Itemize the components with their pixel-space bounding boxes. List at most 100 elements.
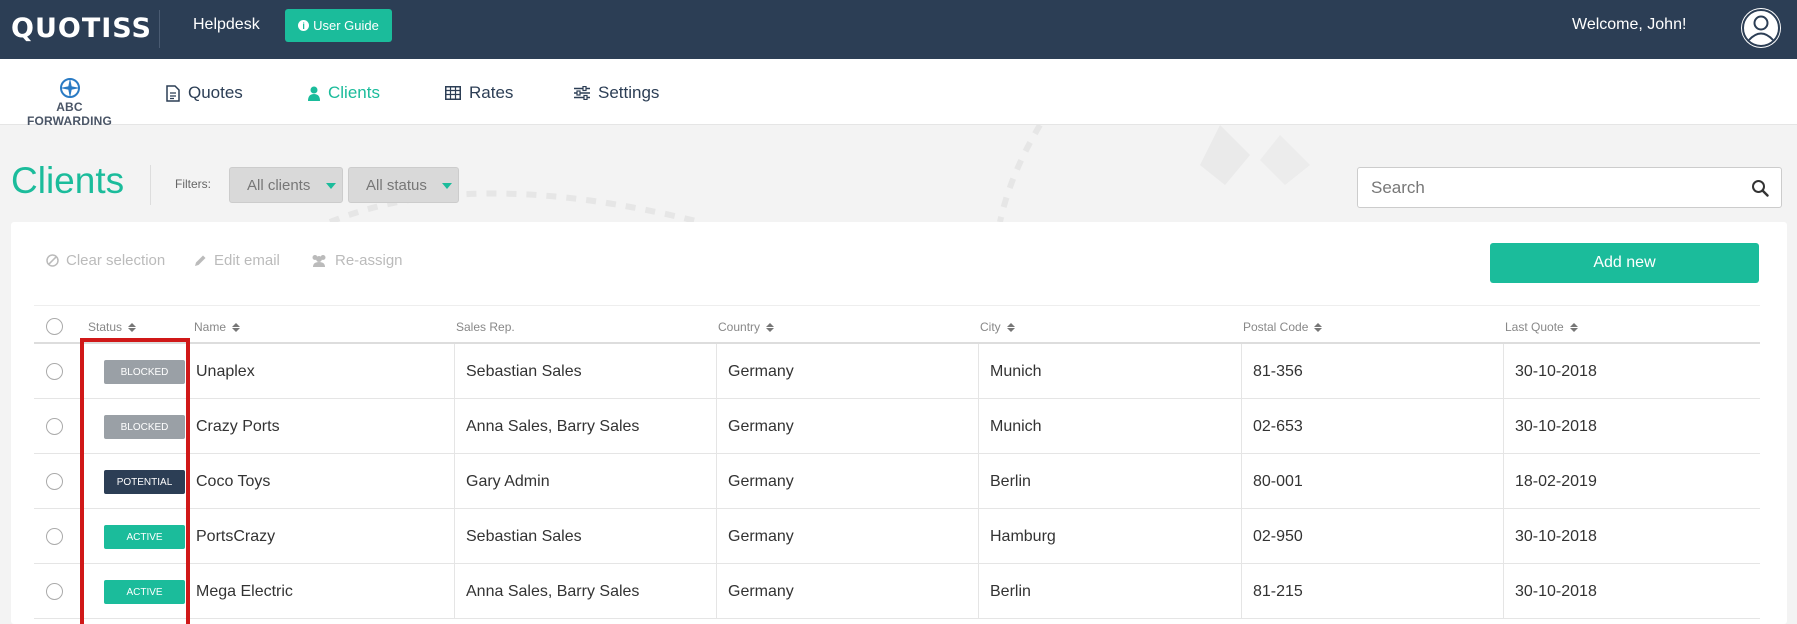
row-select-radio[interactable] [46,473,63,490]
last-quote: 30-10-2018 [1503,399,1760,454]
client-name[interactable]: Unaplex [192,344,454,399]
welcome-text: Welcome, John! [1572,16,1687,33]
country: Germany [716,509,978,564]
filters-label: Filters: [175,177,211,191]
sales-rep: Gary Admin [454,454,716,509]
postal-code: 81-215 [1241,564,1503,619]
city: Berlin [978,564,1241,619]
info-icon: i [298,20,310,31]
users-icon [312,255,326,267]
city: Munich [978,344,1241,399]
column-header-status[interactable]: Status [88,320,137,334]
status-badge: ACTIVE [104,580,185,604]
edit-email-label: Edit email [214,252,280,269]
person-icon [308,86,320,101]
row-select-radio[interactable] [46,363,63,380]
last-quote: 30-10-2018 [1503,564,1760,619]
country: Germany [716,564,978,619]
column-label: City [980,320,1001,334]
page-title: Clients [11,160,125,201]
sales-rep: Anna Sales, Barry Sales [454,564,716,619]
sort-icon [766,322,775,332]
column-header-name[interactable]: Name [194,320,241,334]
search-icon[interactable] [1751,179,1769,197]
country: Germany [716,344,978,399]
nav-quotes-label: Quotes [188,83,243,102]
city: Hamburg [978,509,1241,564]
sort-icon [1569,322,1578,332]
nav-quotes[interactable]: Quotes [166,83,243,103]
avatar[interactable] [1741,8,1781,48]
column-header-sales-rep: Sales Rep. [456,320,515,334]
sales-rep: Sebastian Sales [454,509,716,564]
table-row[interactable]: BLOCKED Crazy Ports Anna Sales, Barry Sa… [34,399,1760,454]
postal-code: 02-950 [1241,509,1503,564]
client-name[interactable]: Crazy Ports [192,399,454,454]
column-header-last-quote[interactable]: Last Quote [1505,320,1578,334]
row-select-radio[interactable] [46,418,63,435]
nav-settings[interactable]: Settings [574,83,659,103]
table-row[interactable]: POTENTIAL Coco Toys Gary Admin Germany B… [34,454,1760,509]
background-decoration [320,125,1320,222]
main-nav: ABC FORWARDING Quotes Clients Rates Sett… [0,59,1797,128]
client-name[interactable]: Coco Toys [192,454,454,509]
last-quote: 30-10-2018 [1503,344,1760,399]
table-row[interactable]: ACTIVE PortsCrazy Sebastian Sales German… [34,509,1760,564]
sort-icon [232,322,241,332]
sliders-icon [574,86,590,100]
table-row[interactable]: BLOCKED Unaplex Sebastian Sales Germany … [34,344,1760,399]
column-label: Sales Rep. [456,320,515,334]
column-label: Name [194,320,227,334]
nav-rates[interactable]: Rates [445,83,513,103]
table-row[interactable]: ACTIVE Mega Electric Anna Sales, Barry S… [34,564,1760,619]
user-guide-label: User Guide [313,18,379,33]
chevron-down-icon [442,183,452,189]
edit-email-button[interactable]: Edit email [194,252,280,269]
add-new-button[interactable]: Add new [1490,243,1759,283]
column-label: Country [718,320,761,334]
reassign-button[interactable]: Re-assign [310,252,403,269]
ban-icon [46,254,59,267]
company-name: ABC FORWARDING [26,100,113,128]
column-label: Status [88,320,123,334]
client-name[interactable]: PortsCrazy [192,509,454,564]
sales-rep: Sebastian Sales [454,344,716,399]
helpdesk-link[interactable]: Helpdesk [193,16,260,34]
status-filter-value: All status [366,176,427,194]
column-header-city[interactable]: City [980,320,1015,334]
column-header-country[interactable]: Country [718,320,775,334]
top-bar: QUOTISS Helpdesk i User Guide Welcome, J… [0,0,1797,59]
search-box [1357,167,1782,208]
table-header: Status Name Sales Rep. Country City Post… [34,306,1760,344]
row-select-radio[interactable] [46,528,63,545]
client-name[interactable]: Mega Electric [192,564,454,619]
client-filter-dropdown[interactable]: All clients [229,167,343,203]
divider [159,10,160,48]
user-icon [1742,9,1780,47]
status-filter-dropdown[interactable]: All status [348,167,459,203]
postal-code: 81-356 [1241,344,1503,399]
country: Germany [716,399,978,454]
column-label: Postal Code [1243,320,1309,334]
sort-icon [1314,322,1323,332]
clear-selection-button[interactable]: Clear selection [46,252,165,269]
column-header-postal-code[interactable]: Postal Code [1243,320,1323,334]
table-icon [445,86,461,100]
nav-clients[interactable]: Clients [308,83,380,103]
sales-rep: Anna Sales, Barry Sales [454,399,716,454]
quotiss-logo[interactable]: QUOTISS [11,13,152,44]
city: Berlin [978,454,1241,509]
select-all-radio[interactable] [46,318,63,335]
last-quote: 18-02-2019 [1503,454,1760,509]
document-icon [166,84,180,102]
city: Munich [978,399,1241,454]
user-guide-button[interactable]: i User Guide [285,9,392,42]
clear-selection-label: Clear selection [66,252,166,269]
chevron-down-icon [326,183,336,189]
country: Germany [716,454,978,509]
status-badge: BLOCKED [104,360,185,384]
status-badge: BLOCKED [104,415,185,439]
row-select-radio[interactable] [46,583,63,600]
search-input[interactable] [1359,169,1739,206]
company-logo[interactable]: ABC FORWARDING [12,77,127,128]
